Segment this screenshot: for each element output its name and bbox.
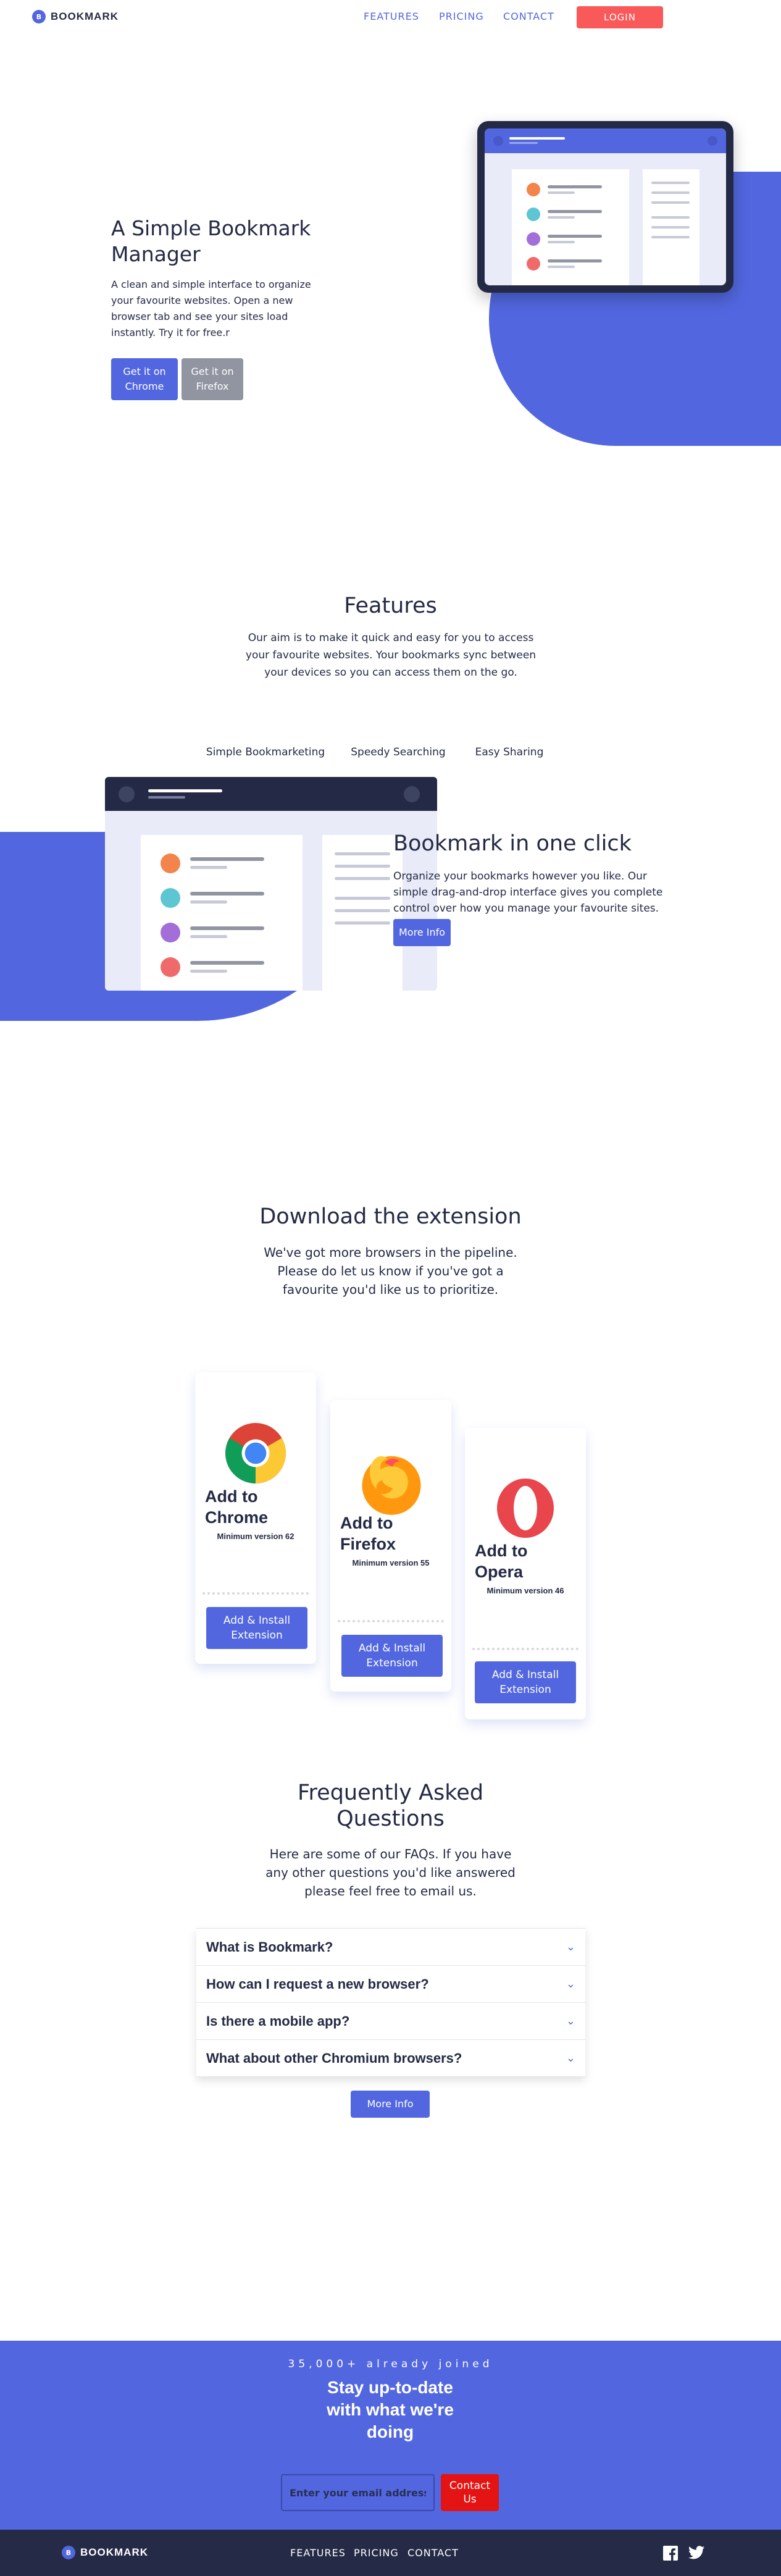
chevron-down-icon: ⌄ [566, 1940, 575, 1953]
footer-link-contact[interactable]: CONTACT [407, 2547, 459, 2559]
extension-card-chrome: Add to Chrome Minimum version 62 Add & I… [195, 1372, 316, 1664]
feature-title: Bookmark in one click [393, 831, 632, 856]
contact-us-button[interactable]: Contact Us [441, 2474, 499, 2511]
faq-more-info-button[interactable]: More Info [351, 2091, 430, 2118]
install-chrome-button[interactable]: Add & Install Extension [206, 1607, 307, 1649]
install-opera-button[interactable]: Add & Install Extension [475, 1661, 576, 1703]
extension-min-version-chrome: Minimum version 62 [217, 1532, 294, 1541]
feature-more-info-button[interactable]: More Info [393, 919, 451, 946]
facebook-icon[interactable] [663, 2546, 678, 2561]
cta-section: 35,000+ already joined Stay up-to-date w… [0, 2341, 781, 2530]
tab-easy-sharing[interactable]: Easy Sharing [466, 746, 553, 758]
footer-logo[interactable]: B BOOKMARK [62, 2546, 148, 2559]
dotted-divider [472, 1648, 578, 1650]
nav-link-contact[interactable]: CONTACT [503, 10, 554, 22]
nav-link-features[interactable]: FEATURES [364, 10, 419, 22]
extension-min-version-firefox: Minimum version 55 [352, 1558, 430, 1567]
logo[interactable]: B BOOKMARK [32, 10, 119, 23]
footer-brand-name: BOOKMARK [80, 2546, 148, 2558]
faq-accordion: What is Bookmark? ⌄ How can I request a … [196, 1928, 585, 2077]
hero-description: A clean and simple interface to organize… [111, 279, 311, 338]
faq-question: What is Bookmark? [206, 1939, 333, 1955]
extension-title-firefox: Add to Firefox [340, 1514, 396, 1553]
dotted-divider [338, 1620, 444, 1622]
login-button[interactable]: LOGIN [577, 6, 663, 28]
extension-min-version-opera: Minimum version 46 [487, 1586, 564, 1595]
feature-description: Organize your bookmarks however you like… [393, 870, 663, 915]
faq-item[interactable]: What is Bookmark? ⌄ [196, 1928, 585, 1965]
chevron-down-icon: ⌄ [566, 2015, 575, 2028]
features-title: Features [344, 594, 437, 618]
download-description: We've got more browsers in the pipeline.… [264, 1245, 517, 1297]
brand-name: BOOKMARK [51, 10, 119, 22]
install-firefox-button[interactable]: Add & Install Extension [341, 1635, 443, 1677]
get-chrome-button[interactable]: Get it on Chrome [111, 358, 178, 400]
opera-logo-icon [497, 1479, 554, 1538]
footer-link-pricing[interactable]: PRICING [354, 2547, 399, 2559]
extension-card-firefox: Add to Firefox Minimum version 55 Add & … [330, 1400, 451, 1692]
chevron-down-icon: ⌄ [566, 2052, 575, 2065]
email-input[interactable] [281, 2474, 435, 2511]
faq-description: Here are some of our FAQs. If you have a… [265, 1847, 516, 1898]
tab-speedy-searching[interactable]: Speedy Searching [346, 746, 451, 758]
footer-link-features[interactable]: FEATURES [290, 2547, 346, 2559]
hero-tablet-illustration [477, 121, 733, 293]
faq-item[interactable]: How can I request a new browser? ⌄ [196, 1965, 585, 2002]
firefox-logo-icon [362, 1456, 421, 1515]
twitter-icon[interactable] [688, 2546, 704, 2559]
faq-item[interactable]: Is there a mobile app? ⌄ [196, 2002, 585, 2039]
logo-mark-icon: B [62, 2546, 75, 2559]
dotted-divider [203, 1592, 309, 1595]
footer: B BOOKMARK FEATURES PRICING CONTACT [0, 2530, 781, 2576]
logo-mark-icon: B [32, 10, 46, 23]
feature-screen-illustration [105, 777, 437, 991]
features-description: Our aim is to make it quick and easy for… [245, 632, 537, 679]
faq-question: Is there a mobile app? [206, 2013, 350, 2029]
cta-kicker: 35,000+ already joined [288, 2358, 493, 2370]
faq-item[interactable]: What about other Chromium browsers? ⌄ [196, 2039, 585, 2076]
tab-simple-bookmarking[interactable]: Simple Bookmarketing [204, 746, 327, 758]
nav-link-pricing[interactable]: PRICING [439, 10, 484, 22]
chrome-logo-icon [225, 1423, 286, 1483]
cta-title: Stay up-to-date with what we're doing [327, 2378, 454, 2441]
hero-title: A Simple Bookmark Manager [111, 216, 311, 266]
chevron-down-icon: ⌄ [566, 1978, 575, 1991]
faq-title: Frequently Asked Questions [297, 1781, 484, 1831]
download-title: Download the extension [259, 1204, 522, 1229]
get-firefox-button[interactable]: Get it on Firefox [182, 358, 243, 400]
extension-title-chrome: Add to Chrome [205, 1487, 269, 1527]
faq-question: How can I request a new browser? [206, 1976, 429, 1992]
faq-question: What about other Chromium browsers? [206, 2050, 462, 2066]
extension-card-opera: Add to Opera Minimum version 46 Add & In… [465, 1428, 586, 1719]
extension-title-opera: Add to Opera [475, 1542, 528, 1581]
